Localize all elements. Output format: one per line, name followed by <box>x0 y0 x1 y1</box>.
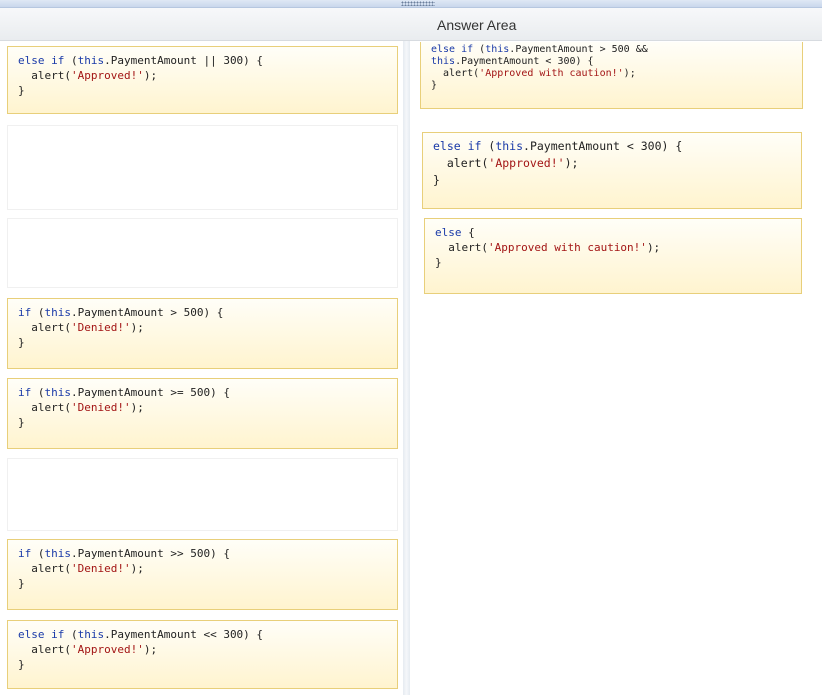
code-string: 'Approved!' <box>70 69 144 82</box>
code-tile-denied-gt[interactable]: if (this.PaymentAmount > 500) { alert('D… <box>7 298 398 369</box>
empty-source-slot-1 <box>7 125 398 210</box>
code-tile-approved-shift-left[interactable]: else if (this.PaymentAmount << 300) { al… <box>7 620 398 689</box>
answer-area-title: Answer Area <box>437 17 517 33</box>
top-splitter-bar <box>0 0 822 8</box>
answer-tile-approved-with-caution-range[interactable]: else if (this.PaymentAmount > 500 && thi… <box>420 42 803 109</box>
answer-tile-else-caution[interactable]: else { alert('Approved with caution!'); … <box>424 218 802 294</box>
empty-source-slot-3 <box>7 458 398 531</box>
code-tile-denied-gte[interactable]: if (this.PaymentAmount >= 500) { alert('… <box>7 378 398 449</box>
pane-divider[interactable] <box>403 41 410 695</box>
empty-source-slot-2 <box>7 218 398 288</box>
code-tile-approved-or[interactable]: else if (this.PaymentAmount || 300) { al… <box>7 46 398 114</box>
code-keyword: else if <box>18 54 65 67</box>
header-row <box>0 8 822 41</box>
code-tile-denied-shift-right[interactable]: if (this.PaymentAmount >> 500) { alert('… <box>7 539 398 610</box>
answer-tile-approved-lt[interactable]: else if (this.PaymentAmount < 300) { ale… <box>422 132 802 209</box>
splitter-grip-handle[interactable] <box>401 1 435 6</box>
